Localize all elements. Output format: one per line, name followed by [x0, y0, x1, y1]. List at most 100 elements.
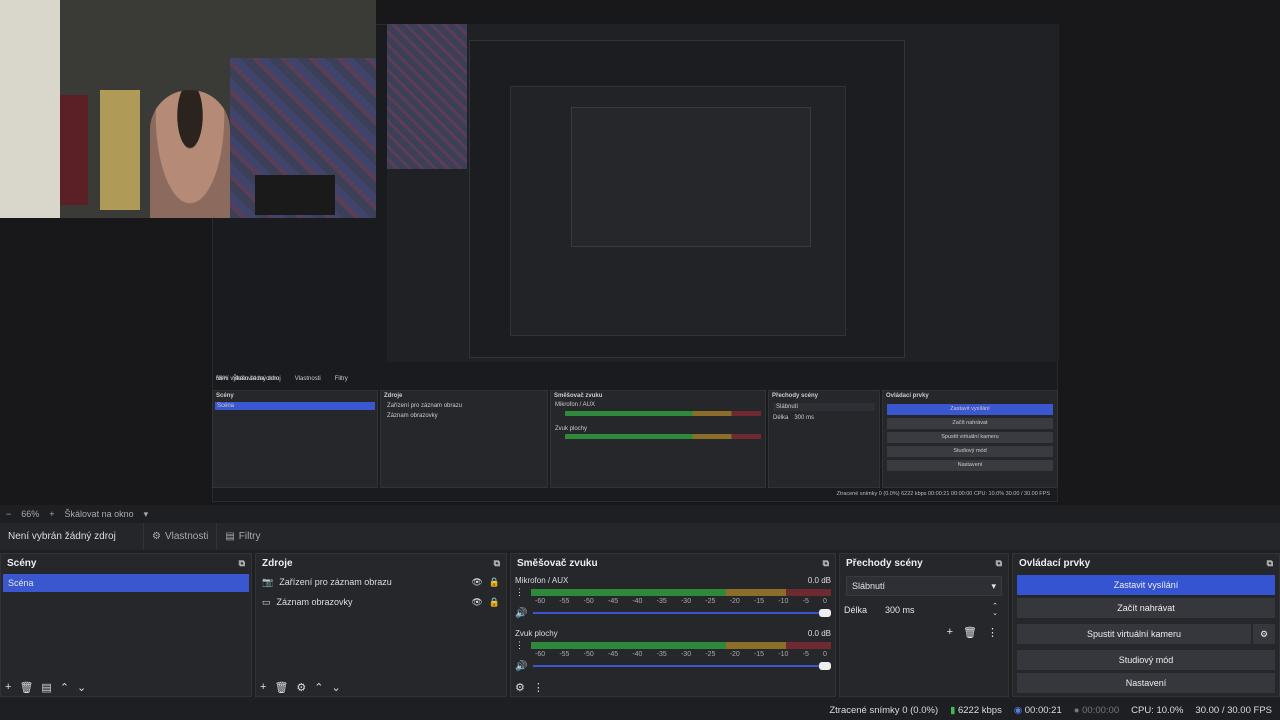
start-virtual-camera-button[interactable]: Spustit virtuální kameru	[1017, 624, 1251, 644]
zoom-in-button[interactable]: +	[49, 509, 54, 519]
transition-value: Slábnutí	[852, 581, 886, 591]
tick: -10	[778, 651, 789, 658]
tick: -5	[802, 651, 809, 658]
volume-meter	[531, 642, 831, 649]
transition-menu-icon[interactable]: ⋮	[987, 626, 998, 639]
scenes-dock: Scény ⧉ Scéna + 🗑 ▤ ⌃ ⌄	[0, 553, 252, 697]
nested-frame-2	[469, 40, 905, 358]
studio-mode-button[interactable]: Studiový mód	[1017, 650, 1275, 670]
add-source-icon[interactable]: +	[260, 681, 266, 694]
gear-icon: ⚙	[152, 531, 161, 542]
dock-float-icon[interactable]: ⧉	[823, 558, 829, 569]
mixer-meter-row: ⋮	[515, 587, 831, 598]
nested-scenes-title: Scény	[216, 393, 234, 399]
source-item[interactable]: 📷 Zařízení pro záznam obrazu 👁 🔒	[256, 572, 506, 592]
tick: -45	[607, 598, 619, 605]
nested-ctrl-title: Ovládací prvky	[886, 393, 929, 399]
sources-dock-header: Zdroje ⧉	[256, 554, 506, 572]
speaker-icon[interactable]: 🔊	[515, 661, 527, 672]
move-down-icon[interactable]: ⌄	[77, 681, 86, 694]
meter-red	[786, 589, 831, 596]
visibility-eye-icon[interactable]: 👁	[471, 577, 482, 588]
channel-menu-icon[interactable]: ⋮	[515, 587, 527, 598]
scene-filters-icon[interactable]: ▤	[41, 681, 51, 694]
nested-frame-wall	[387, 24, 467, 169]
audio-mixer-dock: Směšovač zvuku ⧉ Mikrofon / AUX 0.0 dB ⋮…	[510, 553, 836, 697]
delete-source-icon[interactable]: 🗑	[274, 681, 288, 694]
volume-slider-knob[interactable]	[819, 609, 831, 617]
sources-title: Zdroje	[262, 557, 293, 569]
nested-no-source: Není vybrán žádný zdroj	[216, 376, 281, 382]
start-recording-button[interactable]: Začít nahrávat	[1017, 598, 1275, 618]
filters-button[interactable]: ▤ Filtry	[216, 523, 268, 550]
nested-duration-label: Délka	[773, 415, 789, 421]
transitions-dock-header: Přechody scény ⧉	[840, 554, 1008, 572]
dock-float-icon[interactable]: ⧉	[494, 558, 500, 569]
scenes-title: Scény	[7, 557, 37, 569]
nested-frame-4	[571, 107, 811, 247]
controls-dock-header: Ovládací prvky ⧉	[1013, 554, 1279, 572]
mixer-channel-header: Mikrofon / AUX 0.0 dB	[515, 576, 831, 587]
tick: -45	[607, 651, 619, 658]
source-toolbar: Není vybrán žádný zdroj ⚙ Vlastnosti ▤ F…	[0, 523, 1280, 550]
meter-yellow	[726, 589, 786, 596]
properties-button[interactable]: ⚙ Vlastnosti	[143, 523, 216, 550]
volume-meter	[531, 589, 831, 596]
meter-ticks: -60 -55 -50 -45 -40 -35 -30 -25 -20 -15 -10 -5 0	[535, 651, 827, 660]
lock-icon[interactable]: 🔒	[489, 597, 500, 608]
volume-slider[interactable]	[533, 609, 831, 617]
controls-title: Ovládací prvky	[1019, 557, 1091, 569]
settings-button[interactable]: Nastavení	[1017, 673, 1275, 693]
cpu-usage: CPU: 10.0%	[1131, 704, 1184, 716]
lock-icon[interactable]: 🔒	[489, 577, 500, 588]
meter-green	[531, 589, 726, 596]
channel-name: Zvuk plochy	[515, 629, 558, 638]
mixer-channel-mic: Mikrofon / AUX 0.0 dB ⋮ -60 -55 -50 -45 -40-…	[511, 572, 835, 619]
move-up-icon[interactable]: ⌃	[314, 681, 323, 694]
visibility-eye-icon[interactable]: 👁	[471, 597, 482, 608]
speaker-icon[interactable]: 🔊	[515, 608, 527, 619]
virtual-camera-gear-icon[interactable]: ⚙	[1253, 624, 1275, 644]
dock-float-icon[interactable]: ⧉	[1267, 558, 1273, 569]
stop-streaming-button[interactable]: Zastavit vysílání	[1017, 575, 1275, 595]
scenes-footer: + 🗑 ▤ ⌃ ⌄	[5, 681, 86, 694]
preview-canvas[interactable]: 66% Škálovat na okno Není vybrán žádný z…	[0, 0, 1280, 505]
webcam-feed	[0, 0, 376, 218]
scale-mode-label[interactable]: Škálovat na okno	[65, 509, 134, 519]
nested-controls-dock: Ovládací prvky Zastavit vysílání Začít n…	[882, 390, 1058, 488]
volume-slider-knob[interactable]	[819, 662, 831, 670]
channel-menu-icon[interactable]: ⋮	[515, 640, 527, 651]
nested-source-2: Záznam obrazovky	[387, 413, 438, 419]
transition-select[interactable]: Slábnutí ▾	[846, 576, 1002, 596]
duration-spinbox[interactable]: 300 ms ⌃ ⌄	[877, 601, 1004, 619]
move-down-icon[interactable]: ⌄	[332, 681, 341, 694]
spin-arrows-icon[interactable]: ⌃ ⌄	[992, 603, 998, 617]
mixer-channel-desktop: Zvuk plochy 0.0 dB ⋮ -60 -55 -50 -45 -40 -35-…	[511, 625, 835, 672]
tick: -15	[753, 598, 765, 605]
meter-green	[531, 642, 726, 649]
tick: -60	[535, 598, 546, 605]
advanced-audio-gear-icon[interactable]: ⚙	[515, 681, 525, 694]
nested-trans-title: Přechody scény	[772, 393, 819, 399]
source-properties-icon[interactable]: ⚙	[296, 681, 306, 694]
source-item[interactable]: ▭ Záznam obrazovky 👁 🔒	[256, 592, 506, 612]
zoom-out-button[interactable]: −	[6, 509, 11, 519]
tick: -60	[535, 651, 546, 658]
channel-db: 0.0 dB	[807, 629, 831, 638]
delete-transition-icon[interactable]: 🗑	[963, 626, 977, 639]
add-scene-icon[interactable]: +	[5, 681, 11, 694]
scene-item[interactable]: Scéna	[3, 574, 249, 592]
mixer-menu-icon[interactable]: ⋮	[533, 681, 544, 694]
dock-float-icon[interactable]: ⧉	[996, 558, 1002, 569]
duration-row: Délka 300 ms ⌃ ⌄	[840, 600, 1008, 620]
volume-slider[interactable]	[533, 662, 831, 670]
dock-float-icon[interactable]: ⧉	[239, 558, 245, 569]
add-transition-icon[interactable]: +	[947, 626, 953, 639]
tick: -30	[680, 598, 692, 605]
nested-trans-value: Slábnutí	[773, 403, 875, 411]
mixer-title: Směšovač zvuku	[517, 557, 598, 569]
delete-scene-icon[interactable]: 🗑	[19, 681, 33, 694]
scale-mode-dropdown-icon[interactable]: ▾	[144, 509, 149, 520]
recording-time: 00:00:00	[1082, 704, 1120, 716]
move-up-icon[interactable]: ⌃	[60, 681, 69, 694]
